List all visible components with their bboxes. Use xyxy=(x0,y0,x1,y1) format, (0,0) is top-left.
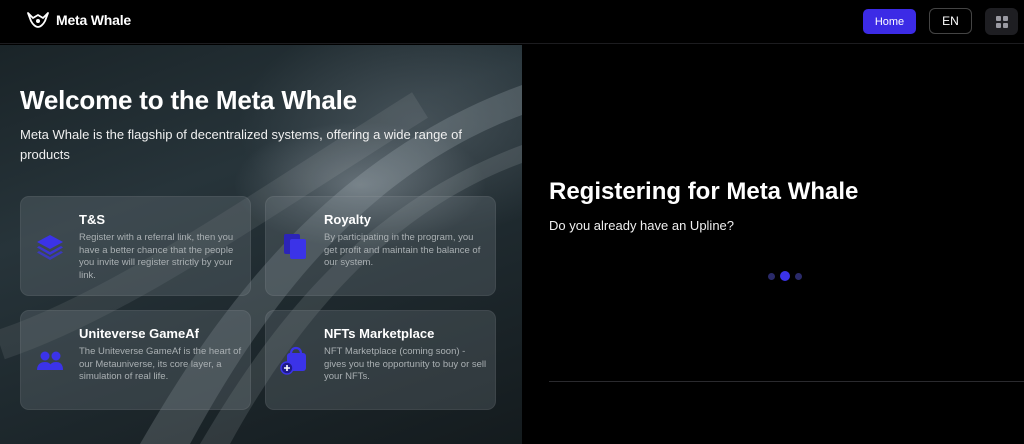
loading-indicator xyxy=(768,271,802,281)
grid-icon xyxy=(995,15,1008,28)
register-title: Registering for Meta Whale xyxy=(549,178,859,205)
top-header: Meta Whale Home EN xyxy=(0,0,1024,44)
upline-question: Do you already have an Upline? xyxy=(549,218,735,233)
users-icon xyxy=(37,351,63,370)
loading-dot xyxy=(768,272,775,280)
card-title: Uniteverse GameAf xyxy=(79,326,199,341)
loading-dot-active xyxy=(780,271,790,281)
menu-grid-button[interactable] xyxy=(985,8,1018,35)
loading-dot xyxy=(795,272,802,280)
hero-subtitle: Meta Whale is the flagship of decentrali… xyxy=(20,127,462,162)
copy-icon xyxy=(284,234,306,259)
layers-icon xyxy=(37,235,63,260)
card-royalty[interactable]: Royalty By participating in the program,… xyxy=(265,196,496,296)
card-ts[interactable]: T&S Register with a referral link, then … xyxy=(20,196,251,296)
card-description: By participating in the program, you get… xyxy=(324,232,481,269)
brand-name: Meta Whale xyxy=(56,12,132,28)
card-title: T&S xyxy=(79,212,105,227)
card-description: Register with a referral link, then you … xyxy=(79,232,234,281)
hero-title: Welcome to the Meta Whale xyxy=(20,85,357,115)
language-button[interactable]: EN xyxy=(929,8,972,34)
home-button[interactable]: Home xyxy=(863,9,916,34)
divider xyxy=(549,381,1024,382)
card-title: NFTs Marketplace xyxy=(324,326,435,341)
card-uniteverse[interactable]: Uniteverse GameAf The Uniteverse GameAf … xyxy=(20,310,251,410)
hero-panel: Welcome to the Meta Whale Meta Whale is … xyxy=(0,45,522,444)
card-description: The Uniteverse GameAf is the heart of ou… xyxy=(79,346,242,383)
card-nfts-marketplace[interactable]: NFTs Marketplace NFT Marketplace (coming… xyxy=(265,310,496,410)
card-description: NFT Marketplace (coming soon) - gives yo… xyxy=(324,346,487,383)
bag-plus-icon xyxy=(280,346,306,375)
brand-logo[interactable]: Meta Whale xyxy=(26,10,131,30)
whale-logo-icon xyxy=(27,12,49,28)
card-title: Royalty xyxy=(324,212,371,227)
